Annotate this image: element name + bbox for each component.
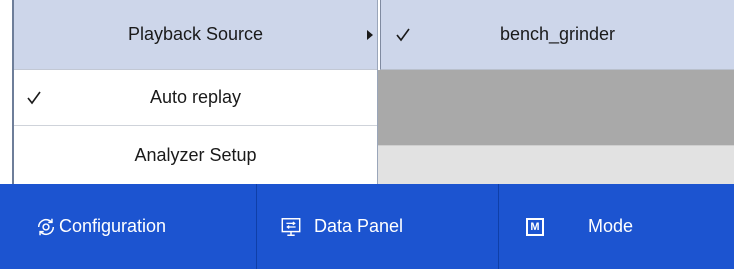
- menu-item-label: Auto replay: [149, 87, 242, 107]
- mode-button[interactable]: M Mode: [499, 184, 734, 269]
- submenu-item-bench-grinder[interactable]: bench_grinder: [381, 0, 734, 69]
- configuration-button[interactable]: Configuration: [0, 184, 257, 269]
- menu-item-analyzer-setup[interactable]: Analyzer Setup: [14, 126, 377, 184]
- caret-right-icon: [367, 29, 373, 40]
- data-panel-button[interactable]: Data Panel: [257, 184, 499, 269]
- playback-source-submenu: bench_grinder: [380, 0, 734, 70]
- menu-item-auto-replay[interactable]: Auto replay: [14, 70, 377, 126]
- gear-cycle-icon: [37, 218, 55, 235]
- configuration-label: Configuration: [59, 216, 167, 236]
- menu-item-playback-source[interactable]: Playback Source: [14, 0, 377, 70]
- data-panel-label: Data Panel: [314, 216, 404, 236]
- background-strip: [378, 145, 734, 184]
- menu-item-label: Analyzer Setup: [134, 144, 257, 165]
- checkmark-icon: [27, 91, 41, 104]
- bottom-toolbar: Configuration Data Panel M Mode: [0, 184, 734, 269]
- mode-label: Mode: [588, 216, 634, 236]
- background-panel: [378, 70, 734, 145]
- checkmark-icon: [396, 28, 410, 41]
- screen: Playback Source Auto replay Analyzer Set…: [0, 0, 734, 269]
- monitor-transfer-icon: [281, 217, 301, 236]
- submenu-item-label: bench_grinder: [499, 24, 616, 44]
- mode-m-icon: M: [526, 217, 544, 236]
- menu-item-label: Playback Source: [127, 24, 264, 44]
- popup-menu: Playback Source Auto replay Analyzer Set…: [12, 0, 378, 184]
